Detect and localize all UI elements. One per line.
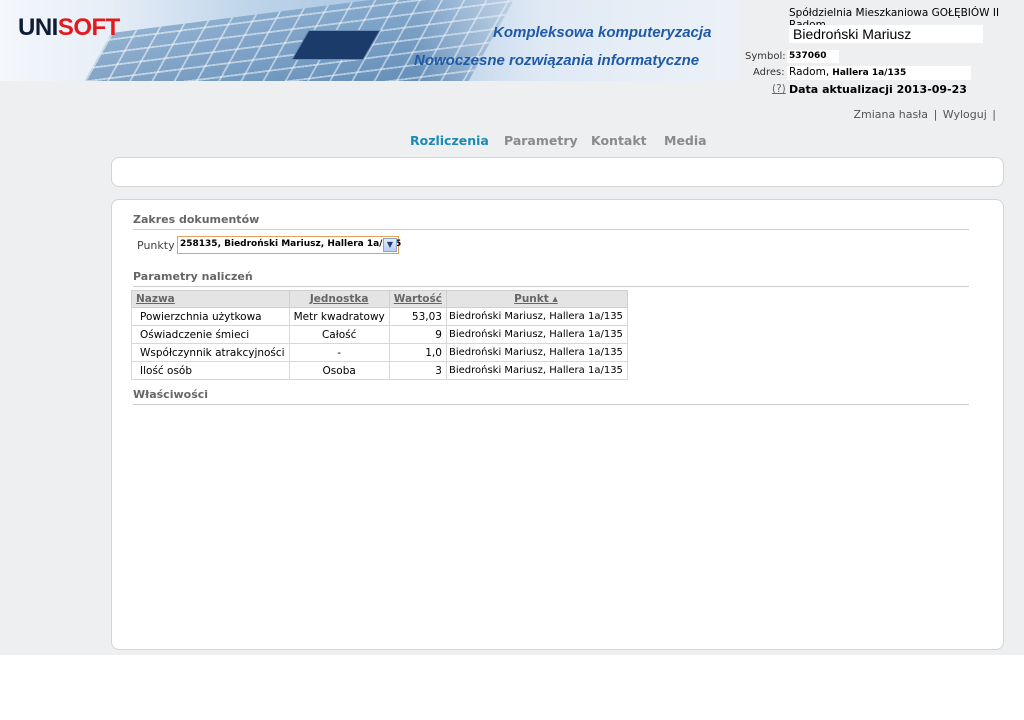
- update-date: Data aktualizacji 2013-09-23: [789, 83, 967, 96]
- table-row: Ilość osób Osoba 3 Biedroński Mariusz, H…: [131, 361, 628, 380]
- chevron-down-icon[interactable]: ▼: [383, 238, 397, 252]
- banner-slogan-2: Nowoczesne rozwiązania informatyczne: [414, 52, 700, 69]
- address-street: Hallera 1a/135: [832, 68, 907, 78]
- cell-unit: -: [289, 343, 390, 362]
- change-password-link[interactable]: Zmiana hasła: [853, 108, 928, 121]
- main-panel: [111, 199, 1004, 650]
- column-header-value[interactable]: Wartość: [388, 290, 447, 308]
- address-value: Radom, Hallera 1a/135: [787, 66, 971, 80]
- section-params: Parametry naliczeń: [133, 270, 969, 287]
- top-panel: [111, 157, 1004, 187]
- cell-name: Współczynnik atrakcyjności: [131, 343, 290, 362]
- points-select-value: 258135, Biedroński Mariusz, Hallera 1a/1…: [180, 239, 402, 249]
- tab-media[interactable]: Media: [664, 133, 707, 148]
- cell-value: 3: [389, 361, 447, 380]
- cell-point: Biedroński Mariusz, Hallera 1a/135: [446, 343, 628, 362]
- params-table: Nazwa Jednostka Wartość Punkt ▴ Powierzc…: [131, 290, 628, 380]
- account-links: Zmiana hasła | Wyloguj |: [853, 108, 998, 121]
- user-name: Biedroński Mariusz: [789, 25, 983, 43]
- section-documents: Zakres dokumentów: [133, 213, 969, 230]
- cell-point: Biedroński Mariusz, Hallera 1a/135: [446, 361, 628, 380]
- address-label: Adres:: [753, 67, 785, 78]
- cell-name: Oświadczenie śmieci: [131, 325, 290, 344]
- symbol-value: 537060: [787, 50, 839, 63]
- tab-rozliczenia[interactable]: Rozliczenia: [410, 133, 489, 148]
- tab-parametry[interactable]: Parametry: [504, 133, 578, 148]
- symbol-label: Symbol:: [745, 51, 786, 62]
- banner-slogan-1: Kompleksowa komputeryzacja: [493, 24, 712, 41]
- link-separator: |: [992, 108, 996, 121]
- column-header-point[interactable]: Punkt ▴: [445, 290, 628, 308]
- tab-kontakt[interactable]: Kontakt: [591, 133, 647, 148]
- help-link[interactable]: (?): [772, 83, 786, 95]
- cell-value: 9: [389, 325, 447, 344]
- header-banner: UNISOFT Kompleksowa komputeryzacja Nowoc…: [0, 0, 738, 81]
- points-select[interactable]: 258135, Biedroński Mariusz, Hallera 1a/1…: [177, 236, 402, 254]
- cell-point: Biedroński Mariusz, Hallera 1a/135: [446, 325, 628, 344]
- cell-unit: Całość: [289, 325, 390, 344]
- unisoft-logo[interactable]: UNISOFT: [18, 14, 120, 42]
- table-row: Oświadczenie śmieci Całość 9 Biedroński …: [131, 325, 628, 344]
- cell-point: Biedroński Mariusz, Hallera 1a/135: [446, 307, 628, 326]
- cell-value: 53,03: [389, 307, 447, 326]
- section-properties: Właściwości: [133, 388, 969, 405]
- link-separator: |: [933, 108, 938, 121]
- table-row: Współczynnik atrakcyjności - 1,0 Biedroń…: [131, 343, 628, 362]
- cell-unit: Metr kwadratowy: [289, 307, 390, 326]
- cell-value: 1,0: [389, 343, 447, 362]
- column-header-name[interactable]: Nazwa: [131, 290, 290, 308]
- cell-name: Powierzchnia użytkowa: [131, 307, 290, 326]
- logout-link[interactable]: Wyloguj: [943, 108, 987, 121]
- column-header-unit[interactable]: Jednostka: [288, 290, 390, 308]
- table-row: Powierzchnia użytkowa Metr kwadratowy 53…: [131, 307, 628, 326]
- address-city: Radom,: [789, 66, 830, 78]
- cell-unit: Osoba: [289, 361, 390, 380]
- points-label: Punkty: [137, 239, 175, 252]
- cell-name: Ilość osób: [131, 361, 290, 380]
